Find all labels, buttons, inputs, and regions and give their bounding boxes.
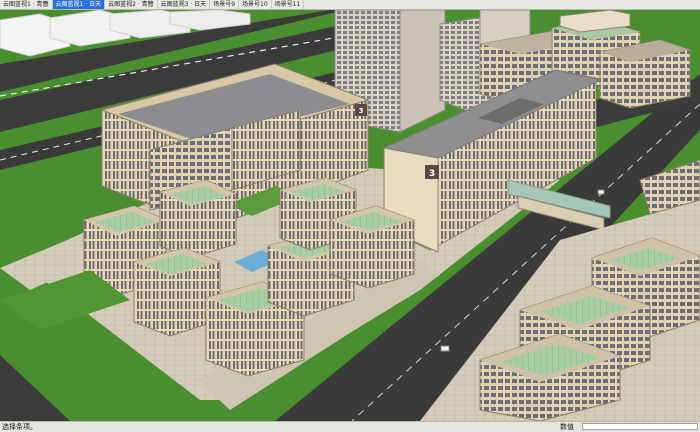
building-number: 3 xyxy=(429,169,435,179)
scene-tab[interactable]: 场景号10 xyxy=(239,0,272,9)
scene-tab[interactable]: 云图蓝视3 · 日天 xyxy=(158,0,211,9)
3d-viewport[interactable]: 3 3 xyxy=(0,10,700,421)
scene-tab-bar: 云图蓝视1 · 青簪 云图蓝视1 · 日天 云图蓝视2 · 青簪 云图蓝视3 ·… xyxy=(0,0,700,10)
scene-tab[interactable]: 云图蓝视1 · 青簪 xyxy=(0,0,53,9)
car xyxy=(440,345,450,352)
building-number: 3 xyxy=(359,107,364,115)
status-bar: 选择条项。 数值 xyxy=(0,421,700,432)
car xyxy=(597,189,605,195)
campus-model-render: 3 3 xyxy=(0,10,700,421)
scene-tab-active[interactable]: 云图蓝视1 · 日天 xyxy=(52,0,106,9)
scene-tab[interactable]: 场景号11 xyxy=(272,0,305,9)
measurements-input[interactable] xyxy=(582,423,698,430)
sketchup-window: 云图蓝视1 · 青簪 云图蓝视1 · 日天 云图蓝视2 · 青簪 云图蓝视3 ·… xyxy=(0,0,700,432)
scene-tab[interactable]: 场景号9 xyxy=(210,0,240,9)
scene-tab[interactable]: 云图蓝视2 · 青簪 xyxy=(105,0,158,9)
